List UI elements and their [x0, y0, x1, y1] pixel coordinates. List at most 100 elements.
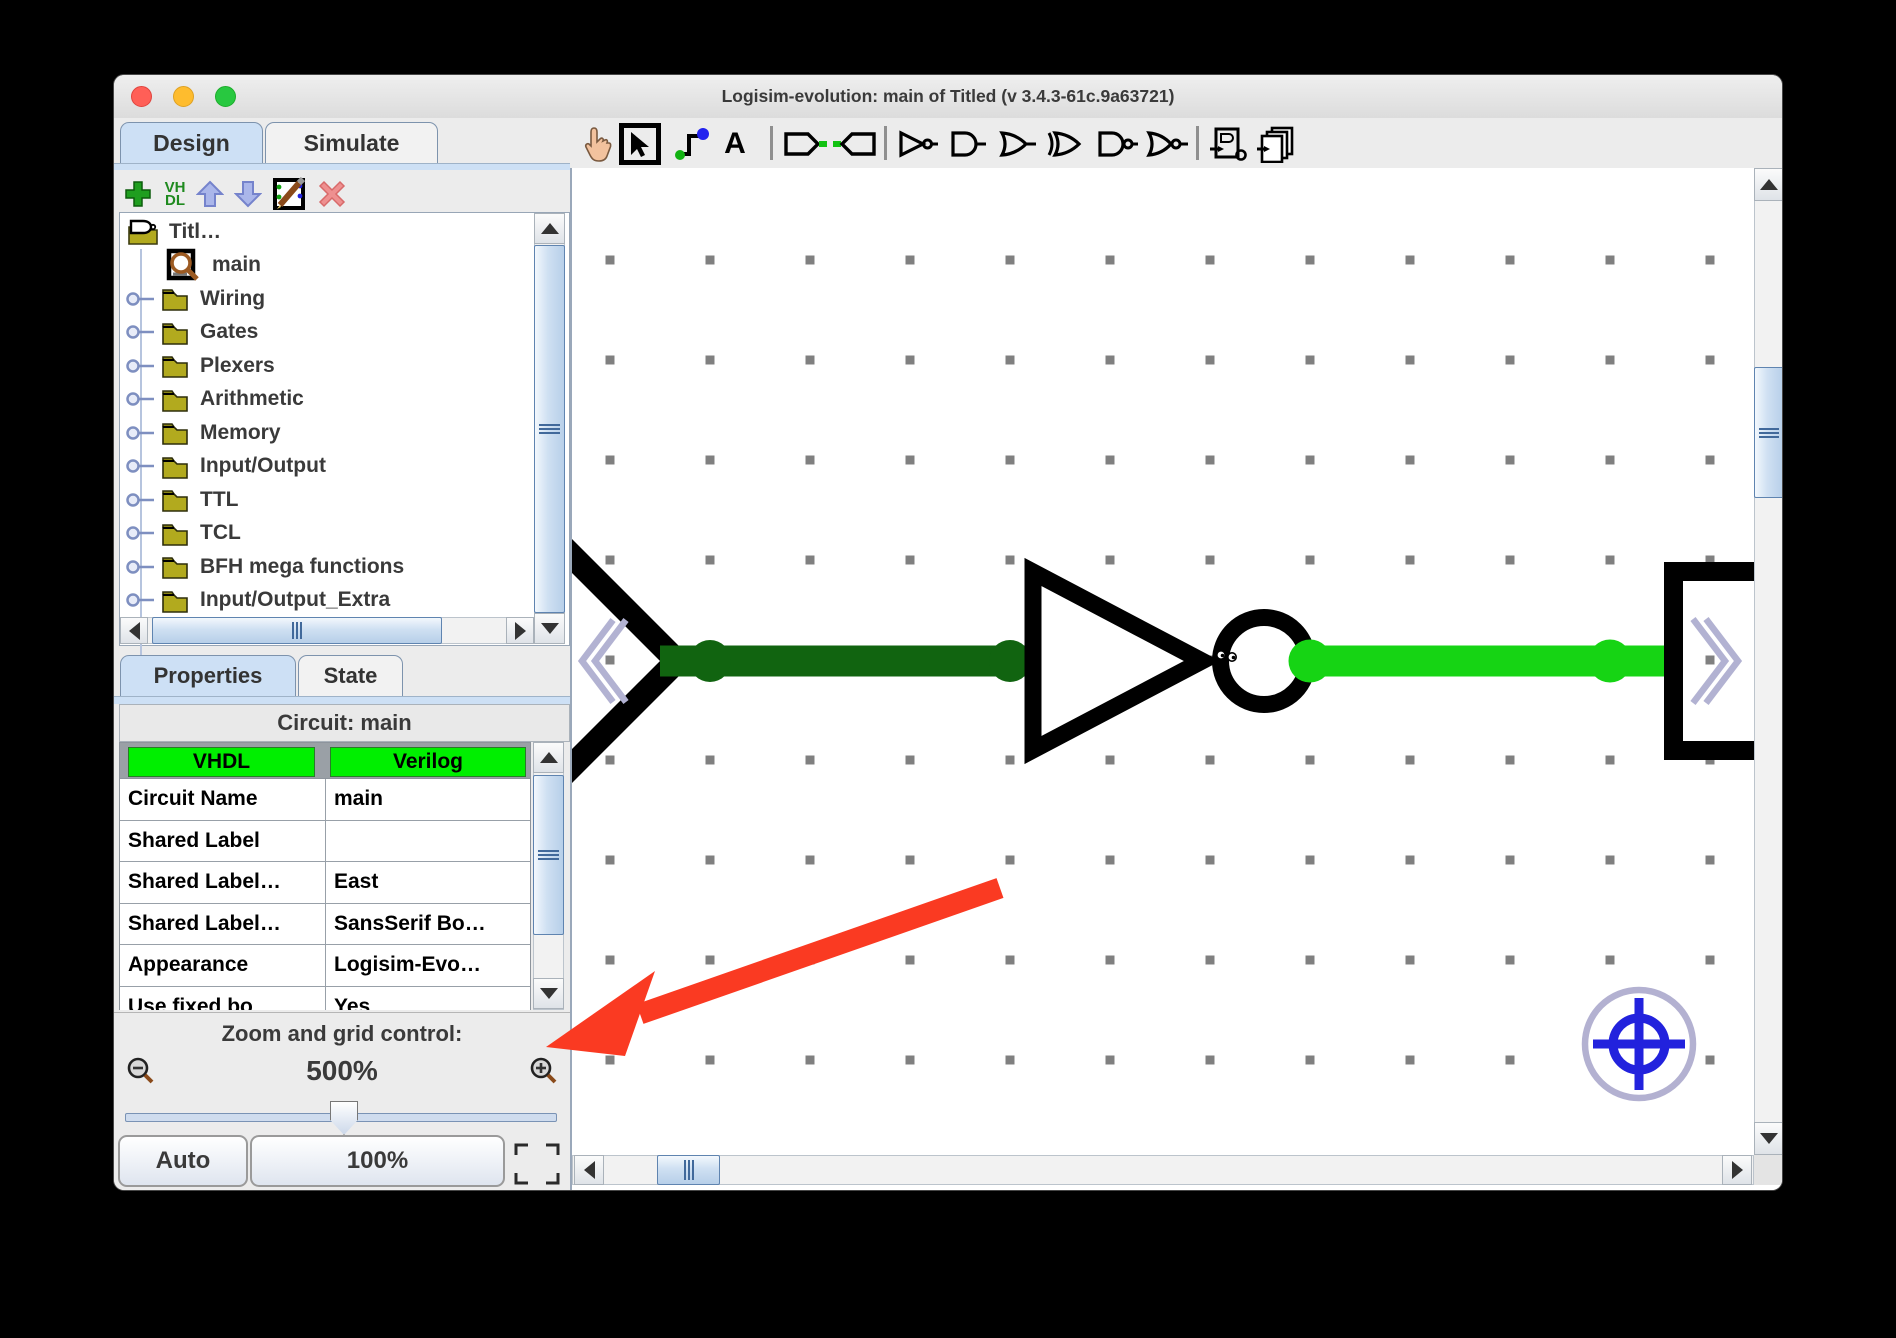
- prop-row-shared-label[interactable]: Shared Label: [120, 821, 530, 863]
- tree-item-plexers[interactable]: Plexers: [120, 349, 532, 383]
- prop-label: Shared Label…: [120, 904, 326, 945]
- tree-item-tcl[interactable]: TCL: [120, 517, 532, 551]
- expand-toggle-icon[interactable]: [126, 425, 156, 441]
- prop-value[interactable]: SansSerif Bo…: [326, 904, 530, 945]
- expand-toggle-icon[interactable]: [126, 391, 156, 407]
- move-down-button[interactable]: [232, 174, 264, 214]
- expand-toggle-icon[interactable]: [126, 458, 156, 474]
- prop-row-appearance[interactable]: AppearanceLogisim-Evo…: [120, 945, 530, 987]
- tree-item-label: Gates: [200, 320, 258, 344]
- tree-item-input-output-extra[interactable]: Input/Output_Extra: [120, 584, 532, 618]
- text-tool-button[interactable]: A: [716, 124, 754, 164]
- tree-item-main[interactable]: main: [120, 249, 532, 283]
- properties-scroll-down-button[interactable]: [533, 978, 564, 1009]
- nand-gate-tool-button[interactable]: [1094, 124, 1140, 164]
- canvas-scroll-up-button[interactable]: [1754, 168, 1782, 201]
- delete-circuit-button[interactable]: [316, 174, 348, 214]
- poke-tool-button[interactable]: [580, 124, 614, 164]
- prop-value[interactable]: East: [326, 862, 530, 903]
- tree-item-bfh-mega-functions[interactable]: BFH mega functions: [120, 550, 532, 584]
- select-tool-button[interactable]: [618, 124, 662, 164]
- prop-row-shared-label[interactable]: Shared Label…East: [120, 862, 530, 904]
- expand-toggle-icon[interactable]: [126, 592, 156, 608]
- xor-gate-tool-button[interactable]: [1044, 124, 1090, 164]
- tree-item-wiring[interactable]: Wiring: [120, 282, 532, 316]
- canvas-scroll-left-button[interactable]: [574, 1155, 604, 1185]
- expand-toggle-icon[interactable]: [126, 525, 156, 541]
- prop-label: Shared Label: [120, 821, 326, 862]
- prop-value[interactable]: Yes: [326, 987, 530, 1011]
- zoom-auto-button[interactable]: Auto: [118, 1135, 248, 1187]
- library-icon: [125, 217, 161, 247]
- appearance-layers-tool-button[interactable]: [1254, 124, 1300, 164]
- origin-button[interactable]: [1585, 990, 1693, 1098]
- zoom-grid-panel: Zoom and grid control: 500%: [114, 1012, 570, 1190]
- input-pin-tool-button[interactable]: [782, 124, 828, 164]
- tree-item-ttl[interactable]: TTL: [120, 483, 532, 517]
- tab-properties[interactable]: Properties: [120, 655, 296, 696]
- vhdl-button[interactable]: VHDL: [128, 747, 315, 777]
- tree-horizontal-scrollbar-thumb[interactable]: [152, 617, 442, 644]
- canvas-vertical-scrollbar-thumb[interactable]: [1754, 367, 1782, 498]
- prop-value[interactable]: [326, 821, 530, 862]
- tree-item-label: Memory: [200, 421, 281, 445]
- wiring-tool-button[interactable]: [672, 124, 712, 164]
- folder-icon: [160, 419, 190, 446]
- tree-item-gates[interactable]: Gates: [120, 316, 532, 350]
- properties-vertical-scrollbar-thumb[interactable]: [533, 775, 564, 935]
- toolbar-separator: [770, 126, 773, 160]
- nor-gate-icon: [1145, 129, 1189, 159]
- or-gate-tool-button[interactable]: [994, 124, 1040, 164]
- expand-toggle-icon[interactable]: [126, 492, 156, 508]
- canvas-horizontal-scrollbar[interactable]: [572, 1155, 1754, 1185]
- tree-item-memory[interactable]: Memory: [120, 416, 532, 450]
- edit-appearance-button[interactable]: [270, 174, 308, 214]
- wire-low[interactable]: [660, 640, 1038, 682]
- prop-row-circuit-name[interactable]: Circuit Namemain: [120, 779, 530, 821]
- tab-simulate[interactable]: Simulate: [265, 122, 438, 163]
- prop-row-shared-label[interactable]: Shared Label…SansSerif Bo…: [120, 904, 530, 946]
- subcircuit-tool-button[interactable]: [1206, 124, 1250, 164]
- tree-scroll-right-button[interactable]: [506, 617, 534, 644]
- tree-scroll-down-button[interactable]: [534, 613, 565, 644]
- add-vhdl-button[interactable]: VH DL: [158, 174, 192, 214]
- tree-item-input-output[interactable]: Input/Output: [120, 450, 532, 484]
- verilog-button[interactable]: Verilog: [330, 747, 526, 777]
- tab-design[interactable]: Design: [120, 122, 263, 163]
- tree-scroll-up-button[interactable]: [534, 213, 565, 244]
- vhdl-button-label: VHDL: [193, 750, 250, 774]
- not-gate-tool-button[interactable]: [894, 124, 940, 164]
- tab-simulate-label: Simulate: [304, 130, 400, 157]
- tree-vertical-scrollbar-thumb[interactable]: [534, 245, 565, 613]
- properties-scroll-up-button[interactable]: [533, 742, 564, 773]
- move-up-button[interactable]: [194, 174, 226, 214]
- tree-root-titled[interactable]: Titl…: [120, 215, 532, 249]
- circuit-canvas[interactable]: [570, 168, 1782, 1190]
- screenshot-stage: Logisim-evolution: main of Titled (v 3.4…: [0, 0, 1896, 1338]
- expand-toggle-icon[interactable]: [126, 324, 156, 340]
- and-gate-tool-button[interactable]: [944, 124, 990, 164]
- canvas-horizontal-scrollbar-thumb[interactable]: [657, 1155, 720, 1185]
- expand-toggle-icon[interactable]: [126, 559, 156, 575]
- tree-scroll-left-button[interactable]: [120, 617, 148, 644]
- tab-state-label: State: [324, 663, 378, 689]
- canvas-scroll-down-button[interactable]: [1754, 1122, 1782, 1155]
- zoom-slider-thumb[interactable]: [330, 1101, 358, 1135]
- add-circuit-button[interactable]: [122, 174, 154, 214]
- tree-item-arithmetic[interactable]: Arithmetic: [120, 383, 532, 417]
- prop-row-use-fixed-bo[interactable]: Use fixed boYes: [120, 987, 530, 1011]
- output-pin-tool-button[interactable]: [832, 124, 878, 164]
- nor-gate-tool-button[interactable]: [1144, 124, 1190, 164]
- zoom-hundred-button[interactable]: 100%: [250, 1135, 505, 1187]
- grid-toggle-button[interactable]: [510, 1139, 564, 1190]
- folder-icon: [160, 587, 190, 614]
- canvas-scroll-right-button[interactable]: [1722, 1155, 1752, 1185]
- zoom-in-button[interactable]: [529, 1057, 559, 1092]
- wire-high[interactable]: [1289, 640, 1665, 683]
- prop-value[interactable]: main: [326, 779, 530, 820]
- expand-toggle-icon[interactable]: [126, 358, 156, 374]
- canvas-vertical-scrollbar[interactable]: [1754, 168, 1782, 1155]
- tab-state[interactable]: State: [298, 655, 403, 696]
- prop-value[interactable]: Logisim-Evo…: [326, 945, 530, 986]
- expand-toggle-icon[interactable]: [126, 291, 156, 307]
